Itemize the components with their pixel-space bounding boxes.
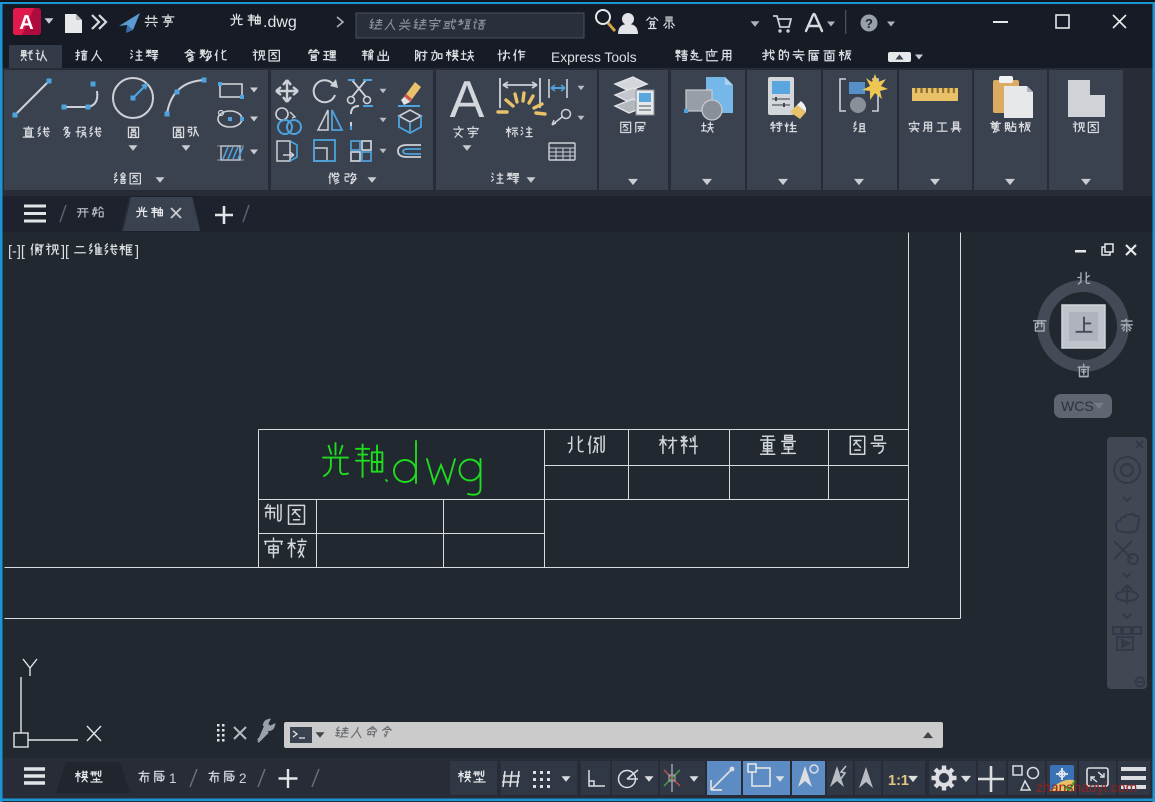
svg-text:zhanshaoyi.com: zhanshaoyi.com [1036, 779, 1137, 795]
svg-text:2: 2 [239, 771, 247, 786]
svg-text:Express Tools: Express Tools [551, 50, 637, 65]
svg-text:[-][: [-][ [8, 244, 25, 260]
svg-text:1:1: 1:1 [888, 773, 909, 789]
svg-text:.dwg: .dwg [263, 14, 297, 31]
svg-text:A: A [450, 71, 485, 129]
svg-text:][: ][ [61, 244, 69, 260]
svg-text:A: A [19, 12, 33, 34]
svg-text:WCS: WCS [1061, 398, 1094, 414]
svg-text:1: 1 [169, 771, 177, 786]
svg-text:]: ] [135, 244, 139, 260]
svg-text:?: ? [865, 16, 873, 31]
